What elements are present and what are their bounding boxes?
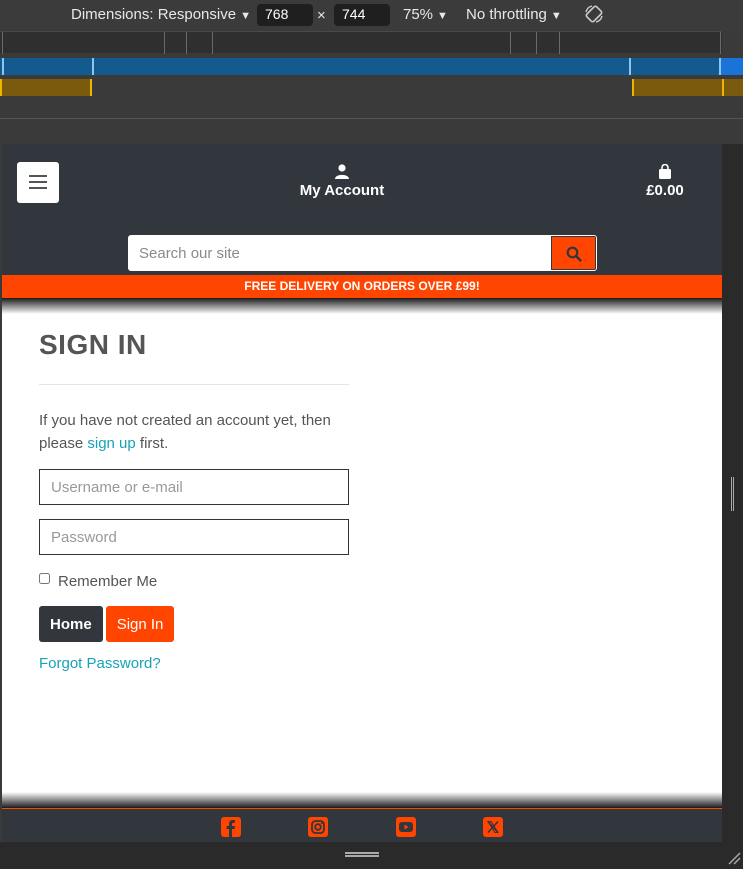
chevron-down-icon: ▼ [437,10,448,22]
site-header: My Account £0.00 [2,144,722,275]
resize-handle-bottom[interactable] [0,842,743,869]
max-width-breakpoint-bar[interactable] [0,58,743,75]
shopping-bag-link[interactable]: £0.00 [630,164,700,199]
signin-form-container: SIGN IN If you have not created an accou… [39,329,349,672]
signup-link[interactable]: sign up [87,435,135,452]
search-form [128,235,597,271]
forgot-password-link[interactable]: Forgot Password? [39,655,349,672]
my-account-link[interactable]: My Account [292,164,392,199]
zoom-dropdown[interactable]: 75% ▼ [403,6,448,23]
password-input[interactable] [39,519,349,555]
throttling-dropdown[interactable]: No throttling ▼ [466,6,562,23]
devtools-toolbar: Dimensions: Responsive ▼ 768 × 744 75% ▼ N… [0,0,743,31]
divider [39,384,349,385]
free-delivery-banner: FREE DELIVERY ON ORDERS OVER £99! [2,275,722,298]
dimensions-label: Dimensions: Responsive [71,6,237,23]
search-icon [566,246,582,262]
bag-total: £0.00 [646,182,684,199]
page-title: SIGN IN [39,329,147,360]
search-button[interactable] [551,236,596,270]
youtube-icon[interactable] [396,817,416,837]
signup-prompt: If you have not created an account yet, … [39,409,349,455]
menu-icon [29,175,47,177]
chevron-down-icon: ▼ [550,10,562,22]
user-icon [335,164,349,179]
signin-button[interactable]: Sign In [105,606,175,642]
search-input[interactable] [129,236,551,270]
remember-me[interactable]: Remember Me [39,573,349,590]
signup-prompt-end: first. [135,435,169,452]
remember-label: Remember Me [58,573,158,590]
dimensions-dropdown[interactable]: Dimensions: Responsive ▼ [71,6,251,23]
remember-checkbox[interactable] [39,573,50,584]
form-actions: Home Sign In [39,606,349,642]
rotate-icon[interactable] [583,3,605,25]
signup-prompt-text: If you have not created an account yet, … [39,412,331,452]
height-input[interactable]: 744 [334,4,390,26]
site-footer [2,808,722,842]
footer-shadow [2,792,722,808]
width-input[interactable]: 768 [257,4,313,26]
instagram-icon[interactable] [308,817,328,837]
zoom-label: 75% [403,6,434,23]
home-button[interactable]: Home [39,606,103,642]
username-input[interactable] [39,469,349,505]
menu-button[interactable] [17,162,59,203]
x-icon[interactable] [483,817,503,837]
divider [0,118,743,119]
chevron-down-icon: ▼ [240,10,251,22]
times-label: × [317,7,326,24]
my-account-label: My Account [299,182,385,199]
media-query-ruler [0,31,722,54]
device-viewport: My Account £0.00 FREE DELIVERY ON ORDERS… [2,144,722,842]
shopping-bag-icon [659,164,671,179]
facebook-icon[interactable] [221,817,241,837]
resize-corner-icon[interactable] [727,851,741,865]
resize-handle-right[interactable] [722,144,743,842]
min-width-breakpoint-bar[interactable] [0,79,743,96]
header-shadow [2,298,722,314]
throttling-label: No throttling [466,6,547,23]
